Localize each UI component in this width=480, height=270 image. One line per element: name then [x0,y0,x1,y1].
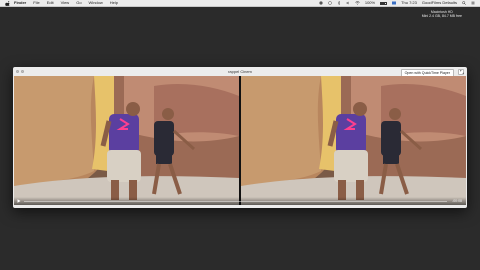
wifi-icon[interactable] [354,1,360,5]
menu-go[interactable]: Go [76,0,81,6]
battery-icon[interactable] [380,1,388,5]
battery-percent: 100% [364,0,376,5]
menu-user[interactable]: GoodFilms Defaults [422,0,457,6]
menu-help[interactable]: Help [110,0,118,6]
menu-bar: Finder File Edit View Go Window Help 100… [0,0,480,7]
window-title: rappel Cinem [228,69,252,74]
spotlight-icon[interactable] [462,1,466,5]
bluetooth-icon[interactable] [337,0,341,6]
video-frame-right [241,76,466,205]
fullscreen-button[interactable] [458,68,464,75]
menu-window[interactable]: Window [89,0,103,6]
video-preview[interactable] [14,76,466,205]
menu-file[interactable]: File [33,0,39,6]
flag-icon[interactable] [392,1,397,5]
quicklook-window: rappel Cinem Open with QuickTime Player [13,67,467,208]
desktop-volume[interactable]: Macintosh HD Mini 2.4 GB, 84.7 MB free [422,10,462,18]
video-frame-left [14,76,239,205]
menu-clock[interactable]: Thu 7:23 [401,0,417,6]
menu-app-name[interactable]: Finder [14,0,26,6]
volume-icon[interactable] [346,1,350,5]
menu-edit[interactable]: Edit [47,0,54,6]
playback-controls: -00:08 [14,197,466,205]
play-icon[interactable] [17,199,21,203]
status-area: 100% Thu 7:23 GoodFilms Defaults [319,0,480,6]
menu-view[interactable]: View [61,0,70,6]
dropbox-icon[interactable] [319,1,323,5]
timemachine-icon[interactable] [328,1,332,5]
fullscreen-icon [459,70,464,74]
window-titlebar[interactable]: rappel Cinem Open with QuickTime Player [13,67,467,77]
apple-icon[interactable] [5,0,10,6]
volume-detail: Mini 2.4 GB, 84.7 MB free [421,14,462,18]
time-remaining: -00:08 [452,199,462,203]
notification-center-icon[interactable] [471,1,475,5]
scrubber[interactable] [24,201,447,202]
